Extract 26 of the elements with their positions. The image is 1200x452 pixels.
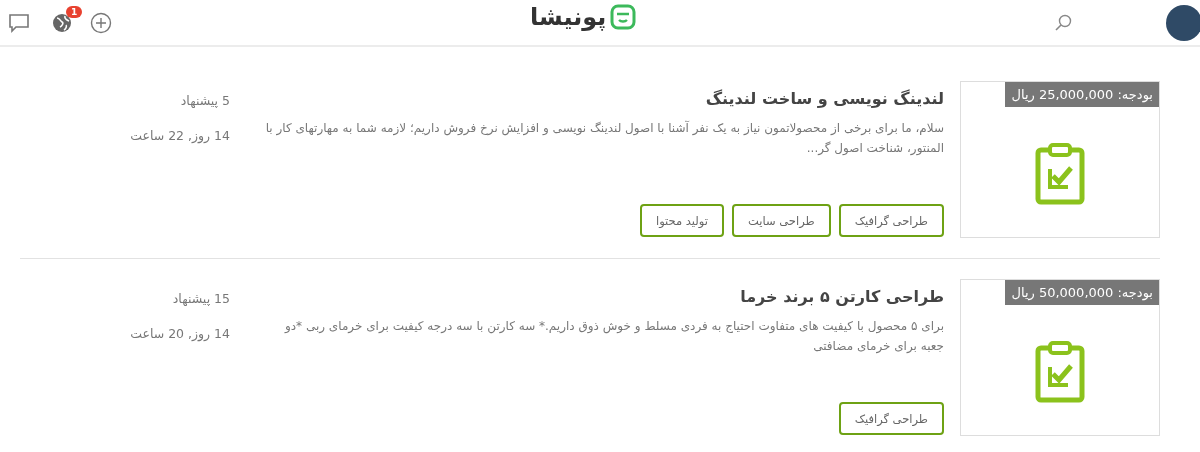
thumbnail[interactable]: بودجه: 25,000,000 ریال [960, 81, 1160, 238]
time-left: 14 روز, 20 ساعت [129, 326, 230, 341]
skill-tag[interactable]: طراحی سایت [732, 204, 831, 237]
project-title[interactable]: لندینگ نویسی و ساخت لندینگ [230, 89, 944, 108]
add-icon[interactable] [90, 11, 112, 34]
logo-icon[interactable] [610, 4, 637, 30]
budget-label: بودجه: 50,000,000 ریال [1005, 280, 1159, 305]
project-description: برای ۵ محصول با کیفیت های متفاوت احتیاج به فردی مسلط و خوش ذوق داریم.* سه کارتن با سه درجه کیفیت برای خرمای ربی *دو جعبه برای خرمای مضافتی [283, 318, 944, 356]
budget-label: بودجه: 25,000,000 ریال [1005, 82, 1159, 107]
chat-icon[interactable] [8, 12, 30, 33]
thumbnail[interactable]: بودجه: 50,000,000 ریال [960, 279, 1160, 436]
time-left: 14 روز, 22 ساعت [129, 128, 230, 143]
globe-icon[interactable] [52, 12, 72, 33]
avatar[interactable] [1166, 4, 1200, 41]
skill-tag[interactable]: طراحی گرافیک [838, 402, 944, 435]
skill-tag[interactable]: طراحی گرافیک [838, 204, 944, 237]
project-description: سلام، ما برای برخی از محصولاتمون نیاز به یک نفر آشنا با اصول لندینگ نویسی و افزایش نرخ فروش داریم؛ لازمه شما به مهارتهای کار با المنتور، شناخت اصول گر... [264, 119, 944, 157]
project-title[interactable]: طراحی کارتن ۵ برند خرما [230, 287, 944, 306]
bid-count: 5 پیشنهاد [179, 93, 230, 108]
logo-text[interactable]: پونیشا [530, 5, 607, 29]
skill-tag[interactable]: تولید محتوا [640, 204, 724, 237]
clipboard-check-icon [1035, 340, 1085, 403]
search-icon[interactable] [1054, 13, 1072, 32]
clipboard-check-icon [1035, 142, 1085, 205]
bid-count: 15 پیشنهاد [171, 291, 230, 306]
notification-badge: 1 [66, 5, 83, 18]
